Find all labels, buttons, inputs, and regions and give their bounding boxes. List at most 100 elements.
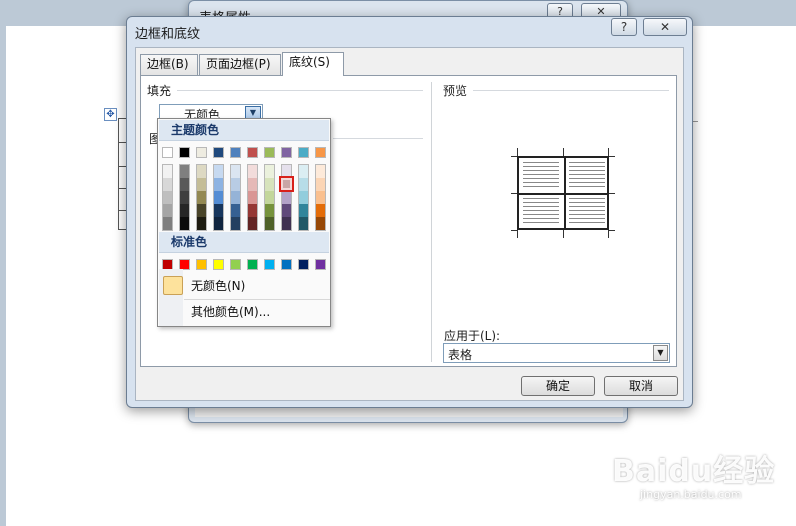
theme-shade-swatch[interactable] <box>265 204 274 217</box>
theme-shade-swatch[interactable] <box>231 165 240 178</box>
dialog-title: 边框和底纹 <box>135 27 201 42</box>
theme-shade-swatch[interactable] <box>231 191 240 204</box>
selected-color-swatch[interactable] <box>279 176 294 192</box>
theme-shade-swatch[interactable] <box>231 217 240 230</box>
standard-color-swatch[interactable] <box>281 259 292 270</box>
standard-color-swatch[interactable] <box>264 259 275 270</box>
theme-shade-swatch[interactable] <box>231 204 240 217</box>
standard-color-swatch[interactable] <box>315 259 326 270</box>
close-button[interactable]: ✕ <box>643 18 687 36</box>
apply-to-dropdown[interactable]: 表格 ▼ <box>443 343 670 363</box>
tab-shading[interactable]: 底纹(S) <box>282 52 344 76</box>
theme-shade-column <box>196 164 207 231</box>
apply-to-value: 表格 <box>448 348 473 362</box>
divider <box>177 90 423 91</box>
theme-shade-swatch[interactable] <box>180 178 189 191</box>
no-color-label: 无颜色(N) <box>191 279 246 293</box>
more-colors-option[interactable]: 其他颜色(M)... <box>159 300 329 324</box>
no-color-swatch-icon <box>163 276 183 295</box>
baidu-watermark-url: jingyan.baidu.com <box>640 488 742 501</box>
more-colors-label: 其他颜色(M)... <box>191 305 271 319</box>
theme-shade-swatch[interactable] <box>265 165 274 178</box>
theme-shade-swatch[interactable] <box>265 217 274 230</box>
apply-to-label: 应用于(L): <box>444 329 501 343</box>
theme-color-swatch[interactable] <box>315 147 326 158</box>
ok-button[interactable]: 确定 <box>521 376 595 396</box>
theme-shade-column <box>213 164 224 231</box>
theme-shade-swatch[interactable] <box>163 204 172 217</box>
theme-shade-swatch[interactable] <box>265 178 274 191</box>
theme-shade-swatch[interactable] <box>282 191 291 204</box>
theme-shade-swatch[interactable] <box>214 178 223 191</box>
theme-color-swatch[interactable] <box>264 147 275 158</box>
theme-shade-swatch[interactable] <box>248 217 257 230</box>
cancel-button[interactable]: 取消 <box>604 376 678 396</box>
theme-shade-swatch[interactable] <box>299 165 308 178</box>
theme-shade-swatch[interactable] <box>248 178 257 191</box>
theme-shade-column <box>315 164 326 231</box>
theme-shade-swatch[interactable] <box>299 217 308 230</box>
theme-shade-swatch[interactable] <box>214 204 223 217</box>
theme-color-swatch[interactable] <box>298 147 309 158</box>
standard-color-swatch[interactable] <box>247 259 258 270</box>
theme-shade-swatch[interactable] <box>180 165 189 178</box>
theme-shade-swatch[interactable] <box>163 178 172 191</box>
theme-shade-column <box>298 164 309 231</box>
theme-shade-swatch[interactable] <box>248 191 257 204</box>
theme-color-swatch[interactable] <box>213 147 224 158</box>
no-color-option[interactable]: 无颜色(N) <box>159 274 329 298</box>
theme-shade-column <box>230 164 241 231</box>
theme-shade-swatch[interactable] <box>214 165 223 178</box>
theme-color-swatch[interactable] <box>179 147 190 158</box>
divider <box>473 90 669 91</box>
theme-shade-swatch[interactable] <box>163 191 172 204</box>
theme-shade-swatch[interactable] <box>214 191 223 204</box>
theme-shade-swatch[interactable] <box>265 191 274 204</box>
theme-shade-swatch[interactable] <box>248 165 257 178</box>
standard-color-swatch[interactable] <box>213 259 224 270</box>
theme-shade-swatch[interactable] <box>248 204 257 217</box>
theme-shade-swatch[interactable] <box>299 191 308 204</box>
help-button[interactable]: ? <box>611 18 637 36</box>
theme-shade-swatch[interactable] <box>197 165 206 178</box>
theme-shade-swatch[interactable] <box>180 217 189 230</box>
theme-color-swatch[interactable] <box>281 147 292 158</box>
standard-color-swatch[interactable] <box>298 259 309 270</box>
theme-color-swatch[interactable] <box>230 147 241 158</box>
theme-shade-swatch[interactable] <box>163 217 172 230</box>
divider <box>431 82 432 362</box>
theme-shade-swatch[interactable] <box>316 217 325 230</box>
tab-page-borders[interactable]: 页面边框(P) <box>199 54 281 75</box>
table-move-handle-icon[interactable]: ✥ <box>104 108 117 121</box>
theme-shade-swatch[interactable] <box>197 191 206 204</box>
theme-shade-swatch[interactable] <box>197 178 206 191</box>
theme-shade-column <box>281 164 292 231</box>
color-picker-dropdown[interactable]: 主题颜色 标准色 无颜色(N) 其他颜色(M)... <box>157 118 331 327</box>
theme-color-swatch[interactable] <box>196 147 207 158</box>
theme-color-swatch[interactable] <box>247 147 258 158</box>
standard-color-swatch[interactable] <box>196 259 207 270</box>
theme-shade-swatch[interactable] <box>231 178 240 191</box>
theme-shade-swatch[interactable] <box>214 217 223 230</box>
baidu-watermark-logo: Baidu经验 <box>612 454 776 489</box>
theme-shade-swatch[interactable] <box>197 217 206 230</box>
theme-shade-swatch[interactable] <box>180 191 189 204</box>
theme-shade-swatch[interactable] <box>180 204 189 217</box>
chevron-down-icon[interactable]: ▼ <box>653 345 668 361</box>
theme-shade-swatch[interactable] <box>316 191 325 204</box>
theme-shade-swatch[interactable] <box>197 204 206 217</box>
theme-shade-swatch[interactable] <box>282 217 291 230</box>
theme-color-swatch[interactable] <box>162 147 173 158</box>
tab-borders[interactable]: 边框(B) <box>140 54 198 75</box>
theme-shade-swatch[interactable] <box>316 204 325 217</box>
theme-shade-swatch[interactable] <box>316 178 325 191</box>
theme-shade-swatch[interactable] <box>163 165 172 178</box>
theme-shade-swatch[interactable] <box>299 178 308 191</box>
fill-group-label: 填充 <box>147 84 172 98</box>
standard-color-swatch[interactable] <box>230 259 241 270</box>
theme-shade-column <box>247 164 258 231</box>
preview-diagram[interactable] <box>511 148 615 238</box>
theme-shade-swatch[interactable] <box>316 165 325 178</box>
theme-shade-swatch[interactable] <box>299 204 308 217</box>
theme-shade-swatch[interactable] <box>282 204 291 217</box>
